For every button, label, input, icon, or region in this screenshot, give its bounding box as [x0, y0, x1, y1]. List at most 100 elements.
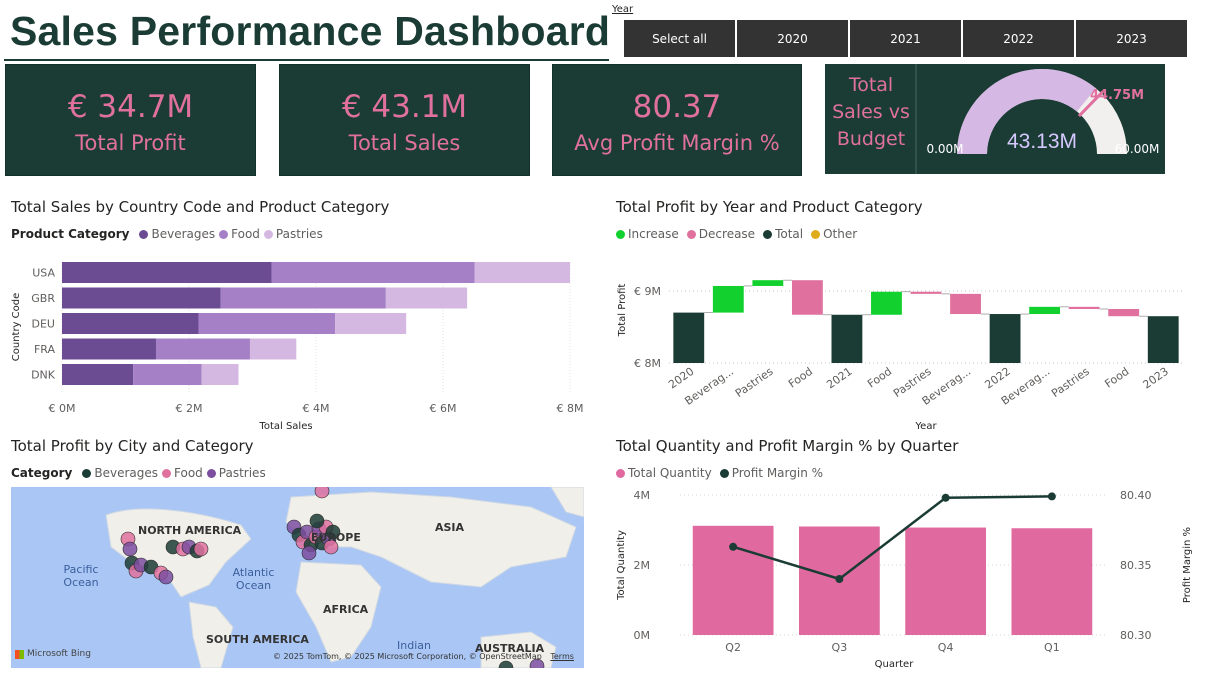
x-axis-title: Total Sales: [258, 421, 312, 432]
legend-item-total-quantity[interactable]: Total Quantity: [628, 466, 712, 480]
legend-item-total[interactable]: Total: [775, 227, 803, 241]
waterfall-bar: [752, 280, 784, 286]
map-attribution-text: © 2025 TomTom, © 2025 Microsoft Corporat…: [273, 652, 542, 661]
gauge-title: Total Sales vs Budget: [832, 74, 910, 150]
legend-item-food[interactable]: Food: [174, 466, 203, 480]
legend-item-other[interactable]: Other: [823, 227, 857, 241]
kpi-value: 80.37: [632, 89, 722, 125]
quantity-bar: [905, 527, 986, 635]
x-tick-label: 2021: [824, 365, 854, 392]
legend-item-food[interactable]: Food: [231, 227, 260, 241]
map-label-indian: Indian: [397, 639, 431, 652]
bar-segment: [62, 287, 221, 309]
legend-dot-food: [219, 229, 229, 239]
legend-dot-other: [811, 229, 821, 239]
map-label-south-america: SOUTH AMERICA: [206, 633, 309, 646]
waterfall-bar: [831, 314, 863, 363]
x-tick-label: 2023: [1141, 365, 1171, 392]
sales-chart-title: Total Sales by Country Code and Product …: [11, 198, 390, 216]
waterfall-bar: [1029, 306, 1061, 315]
kpi-card-total-sales[interactable]: € 43.1M Total Sales: [279, 64, 530, 176]
legend-item-pastries[interactable]: Pastries: [219, 466, 266, 480]
gauge-min-label: 0.00M: [926, 142, 963, 156]
microsoft-logo-icon: [15, 649, 24, 659]
slicer-option-2023[interactable]: 2023: [1076, 20, 1187, 57]
sales-chart-legend: Product Category Beverages Food Pastries: [11, 227, 323, 241]
legend-dot-total: [763, 229, 773, 239]
legend-dot-decrease: [686, 229, 696, 239]
x-tick-label: Q1: [1044, 641, 1060, 654]
x-tick-label: € 2M: [176, 402, 203, 415]
y-right-tick-label: 80.35: [1120, 559, 1152, 572]
y-tick-label: DEU: [32, 318, 55, 331]
y-right-tick-label: 80.40: [1120, 489, 1152, 502]
waterfall-chart: € 9M€ 8M2020Beverag...Pastries Food 2021 Fo…: [617, 279, 1183, 432]
waterfall-bar: [1068, 306, 1100, 309]
y-tick-label: FRA: [34, 343, 56, 356]
gauge-target-label: 44.75M: [1090, 88, 1144, 103]
x-tick-label: 2022: [982, 365, 1012, 392]
legend-item-increase[interactable]: Increase: [628, 227, 679, 241]
year-slicer-label: Year: [612, 4, 634, 15]
slicer-option-2021[interactable]: 2021: [850, 20, 961, 57]
slicer-option-2022[interactable]: 2022: [963, 20, 1074, 57]
slicer-option-2020[interactable]: 2020: [737, 20, 848, 57]
y-tick-label: USA: [32, 267, 55, 280]
waterfall-bar: [1108, 309, 1140, 317]
map-marker: [314, 487, 330, 499]
kpi-label: Avg Profit Margin %: [574, 131, 780, 155]
bar-segment: [198, 313, 336, 334]
legend-dot-pastries: [206, 468, 216, 478]
bar-segment: [201, 364, 239, 385]
kpi-value: € 43.1M: [341, 89, 468, 125]
gauge-max-label: 60.00M: [1115, 142, 1160, 156]
legend-item-pastries[interactable]: Pastries: [276, 227, 323, 241]
waterfall-bar: [791, 280, 823, 315]
kpi-card-profit-margin[interactable]: 80.37 Avg Profit Margin %: [552, 64, 802, 176]
y-tick-label: € 8M: [634, 357, 661, 370]
gauge-card[interactable]: Total Sales vs Budget 43.13M 0.00M 60.00…: [825, 64, 1165, 174]
y-left-tick-label: 0M: [634, 629, 651, 642]
legend-item-beverages[interactable]: Beverages: [94, 466, 158, 480]
x-tick-label: Food: [786, 365, 815, 391]
combo-chart: 4M 2M 0M 80.40 80.35 80.30 Q2 Q3 Q4 Q1 Quarter Tota…: [616, 489, 1193, 670]
legend-dot-increase: [616, 229, 625, 239]
gauge-chart: 43.13M 0.00M 60.00M 44.75M: [926, 69, 1160, 156]
legend-item-beverages[interactable]: Beverages: [151, 227, 215, 241]
legend-dot-profit-margin: [719, 468, 729, 478]
kpi-label: Total Sales: [348, 131, 461, 155]
legend-dot-beverages: [82, 468, 92, 478]
combo-chart-legend: Total Quantity Profit Margin %: [612, 466, 823, 480]
waterfall-bar: [712, 285, 744, 313]
map-label-atlantic: Atlantic Ocean: [232, 566, 275, 592]
y-right-axis-title: Profit Margin %: [1182, 527, 1193, 603]
legend-item-profit-margin[interactable]: Profit Margin %: [732, 466, 823, 480]
map-terms-link[interactable]: Terms: [550, 652, 574, 661]
waterfall-bar: [989, 314, 1021, 363]
profit-margin-point: [729, 542, 738, 551]
legend-dot-pastries: [263, 229, 273, 239]
bar-segment: [133, 364, 202, 385]
waterfall-bar: [673, 312, 705, 363]
legend-dot-beverages: [139, 229, 149, 239]
waterfall-bar: [1147, 316, 1179, 363]
y-axis-title: Country Code: [11, 293, 22, 362]
map-label-africa: AFRICA: [323, 603, 369, 616]
y-left-tick-label: 4M: [634, 489, 651, 502]
title-underline: [4, 59, 609, 61]
map-marker: [309, 513, 325, 529]
bar-segment: [385, 287, 468, 309]
waterfall-bar: [871, 291, 902, 315]
map-visual[interactable]: NORTH AMERICA EUROPE ASIA AFRICA SOUTH A…: [11, 487, 584, 668]
year-slicer: Select all 2020 2021 2022 2023: [624, 20, 1187, 57]
legend-item-decrease[interactable]: Decrease: [699, 227, 755, 241]
bar-segment: [220, 287, 386, 309]
x-tick-label: Food: [865, 365, 894, 391]
bar-segment: [474, 262, 570, 283]
slicer-option-select-all[interactable]: Select all: [624, 20, 735, 57]
x-tick-label: Pastries: [1049, 365, 1092, 400]
bar-segment: [62, 338, 156, 360]
profit-margin-point: [941, 493, 950, 502]
kpi-card-total-profit[interactable]: € 34.7M Total Profit: [5, 64, 256, 176]
legend-title: Product Category: [11, 227, 130, 241]
